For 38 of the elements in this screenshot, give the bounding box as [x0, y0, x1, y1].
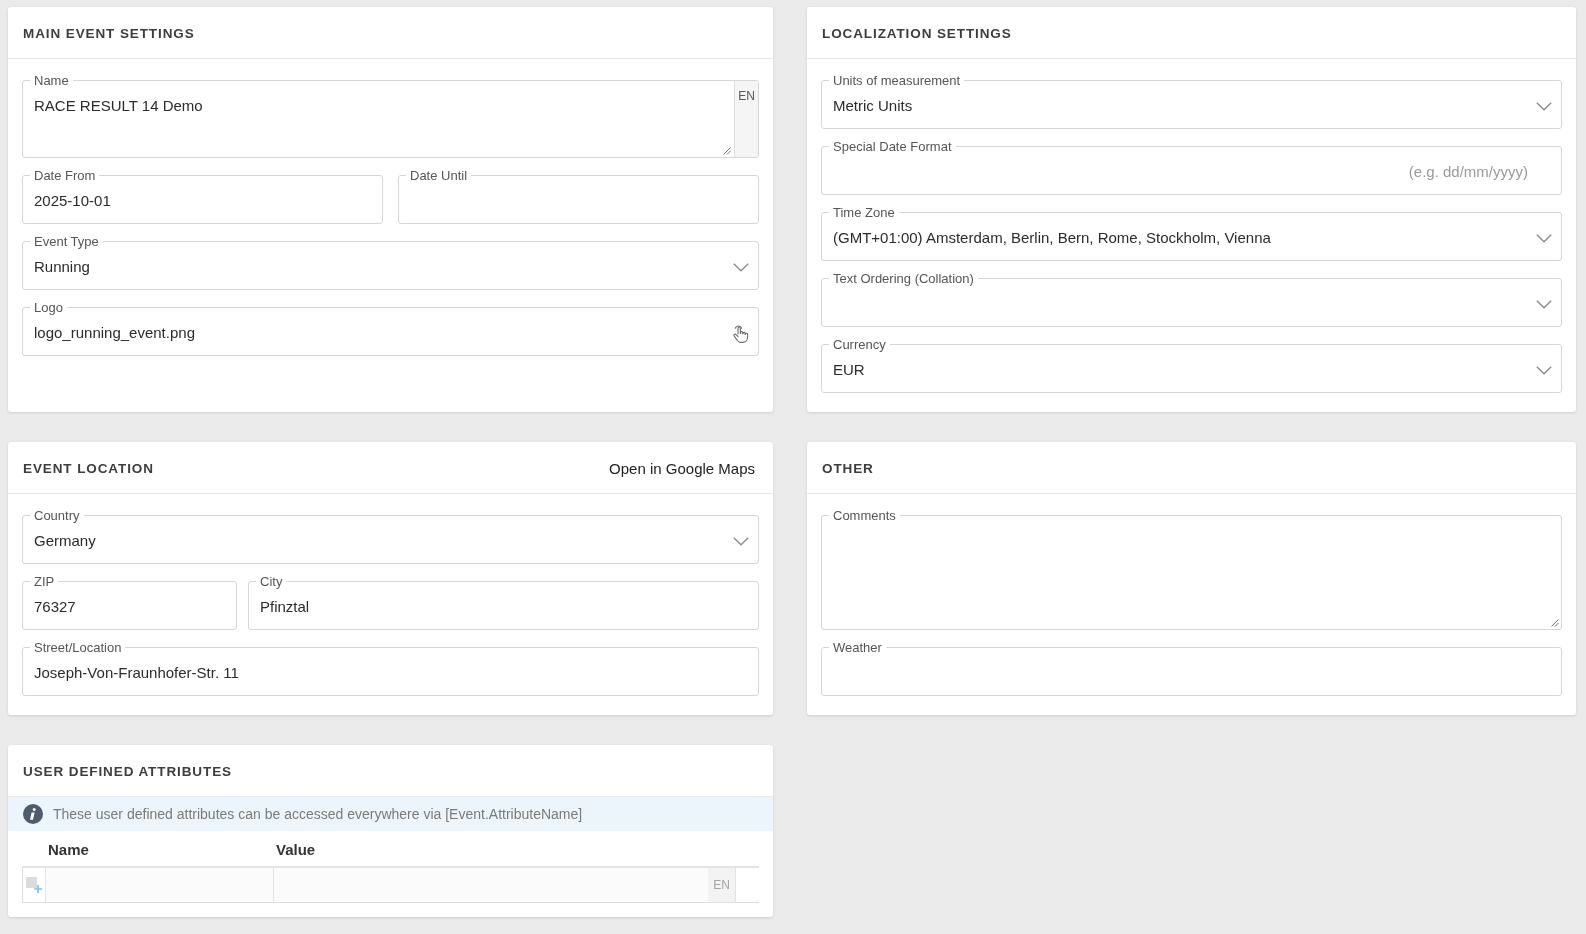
chevron-down-icon[interactable] — [1536, 233, 1552, 243]
panel-title: USER DEFINED ATTRIBUTES — [23, 762, 232, 781]
field-label: Time Zone — [829, 205, 899, 220]
field-label: Date Until — [406, 168, 472, 183]
chevron-down-icon[interactable] — [1536, 299, 1552, 309]
field-label: ZIP — [30, 574, 59, 589]
chevron-down-icon[interactable] — [1536, 101, 1552, 111]
chevron-down-icon[interactable] — [733, 262, 749, 272]
field-label: Special Date Format — [829, 139, 956, 154]
resize-grip-icon[interactable] — [723, 147, 731, 155]
language-button[interactable]: EN — [734, 81, 758, 157]
field-label: Currency — [829, 337, 890, 352]
info-icon — [23, 804, 43, 824]
field-label: Comments — [829, 508, 900, 523]
panel-title: EVENT LOCATION — [23, 459, 154, 478]
panel-title: LOCALIZATION SETTINGS — [822, 24, 1012, 43]
hand-pointer-icon[interactable] — [732, 323, 749, 343]
field-label: Date From — [30, 168, 100, 183]
field-label: Name — [30, 73, 73, 88]
chevron-down-icon[interactable] — [1536, 365, 1552, 375]
field-label: Logo — [30, 300, 67, 315]
field-label: Text Ordering (Collation) — [829, 271, 978, 286]
field-label: Weather — [829, 640, 886, 655]
info-text: These user defined attributes can be accessed everywhere via [Event.AttributeName] — [53, 804, 583, 824]
field-label: Country — [30, 508, 84, 523]
column-header: Value — [276, 839, 316, 860]
column-header: Name — [48, 839, 89, 860]
resize-grip-icon[interactable] — [1551, 619, 1559, 627]
input-field[interactable] — [46, 868, 274, 902]
google-maps-link[interactable]: Open in Google Maps — [609, 457, 755, 481]
field-label: Street/Location — [30, 640, 126, 655]
field-label: Event Type — [30, 234, 103, 249]
panel-title: MAIN EVENT SETTINGS — [23, 24, 195, 43]
field-label: Units of measurement — [829, 73, 965, 88]
chevron-down-icon[interactable] — [733, 536, 749, 546]
panel-title: OTHER — [822, 459, 874, 478]
field-label: City — [256, 574, 287, 589]
add-row-icon[interactable] — [26, 877, 42, 893]
